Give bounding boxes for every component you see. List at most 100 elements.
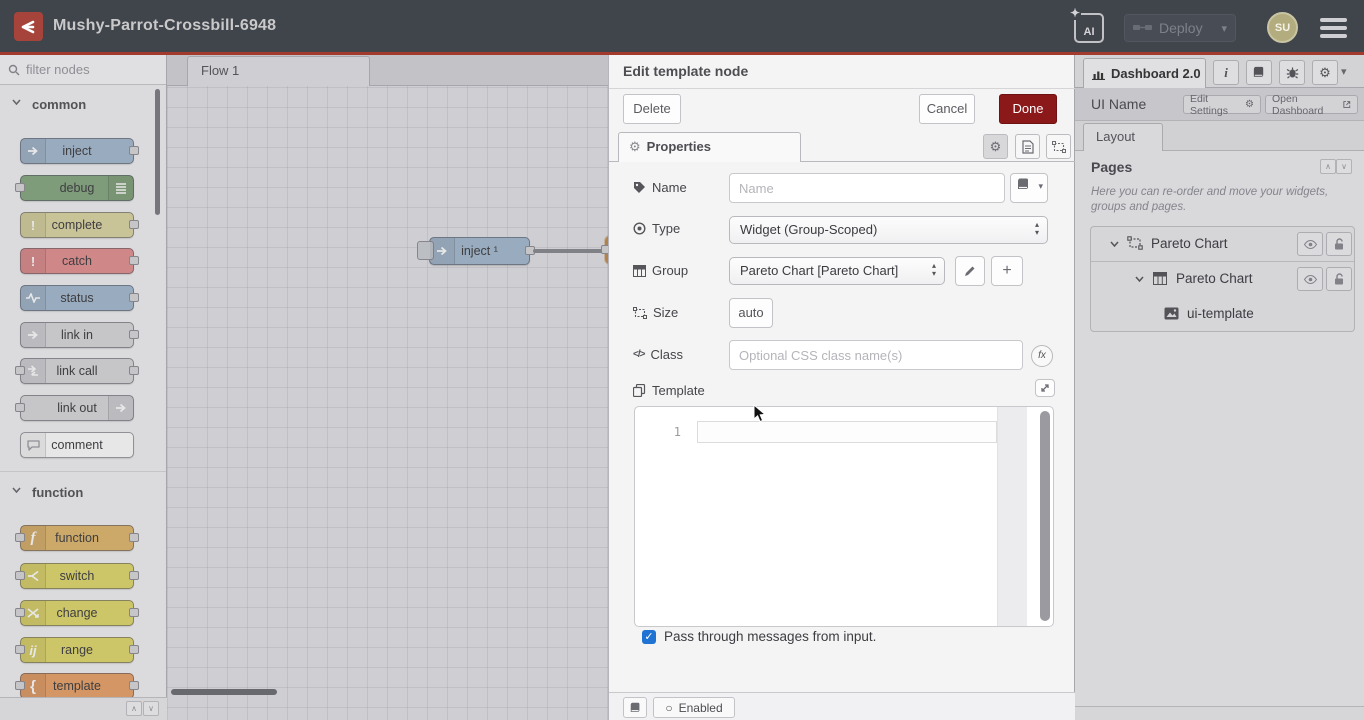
palette-node-range[interactable]: ij range xyxy=(20,637,134,663)
visibility-toggle-button[interactable] xyxy=(1297,232,1323,256)
sidebar-menu-caret-icon[interactable]: ▾ xyxy=(1341,65,1347,78)
output-port xyxy=(129,571,139,580)
description-tab-button[interactable] xyxy=(1015,134,1040,159)
open-dashboard-button[interactable]: Open Dashboard xyxy=(1265,95,1358,114)
palette-node-debug[interactable]: debug xyxy=(20,175,134,201)
palette-node-function[interactable]: f function xyxy=(20,525,134,551)
workspace-title: Mushy-Parrot-Crossbill-6948 xyxy=(53,17,276,35)
palette-filter[interactable] xyxy=(0,55,166,85)
scope-icon xyxy=(633,222,646,235)
tree-row-page-pareto-chart[interactable]: Pareto Chart xyxy=(1091,227,1354,262)
circle-icon: ○ xyxy=(665,701,672,715)
properties-tab-icon-button[interactable]: ⚙ xyxy=(983,134,1008,159)
info-tab-button[interactable]: i xyxy=(1213,60,1239,85)
canvas-horizontal-scrollbar[interactable] xyxy=(171,689,277,695)
editor-active-line xyxy=(697,421,997,443)
search-icon xyxy=(8,64,20,76)
editor-scrollbar[interactable] xyxy=(1040,411,1050,621)
palette-node-change[interactable]: change xyxy=(20,600,134,626)
node-help-button[interactable] xyxy=(623,697,647,718)
tab-properties[interactable]: ⚙Properties xyxy=(618,132,801,162)
deploy-button[interactable]: Deploy ▾ xyxy=(1124,14,1236,42)
link-arrow-icon xyxy=(108,396,133,420)
output-port xyxy=(129,220,139,229)
wire[interactable] xyxy=(533,249,607,253)
palette-node-inject[interactable]: inject xyxy=(20,138,134,164)
ai-assistant-button[interactable]: ✦ AI xyxy=(1074,13,1104,43)
palette-node-link-in[interactable]: link in xyxy=(20,322,134,348)
tree-row-group-pareto-chart[interactable]: Pareto Chart xyxy=(1091,262,1354,297)
pages-collapse-icon[interactable]: ∧ xyxy=(1320,159,1336,174)
edit-group-button[interactable] xyxy=(955,256,985,286)
palette-node-status[interactable]: status xyxy=(20,285,134,311)
label-visibility-button[interactable]: ▾ xyxy=(1010,173,1048,203)
passthrough-option[interactable]: ✓ Pass through messages from input. xyxy=(642,629,876,644)
chevron-down-icon xyxy=(12,99,21,105)
tab-layout[interactable]: Layout xyxy=(1083,123,1163,151)
section-divider xyxy=(0,471,166,472)
class-input[interactable] xyxy=(729,340,1023,370)
chevron-down-icon[interactable] xyxy=(1135,276,1144,282)
expand-editor-button[interactable] xyxy=(1035,379,1055,397)
lock-toggle-button[interactable] xyxy=(1326,267,1352,291)
tray-footer: ○ Enabled xyxy=(609,692,1075,720)
category-common[interactable]: common xyxy=(0,95,166,115)
checkbox-checked-icon[interactable]: ✓ xyxy=(642,630,656,644)
palette-node-link-out[interactable]: link out xyxy=(20,395,134,421)
tab-dashboard-2[interactable]: Dashboard 2.0 xyxy=(1083,58,1206,88)
cancel-button[interactable]: Cancel xyxy=(919,94,975,124)
debug-tab-button[interactable] xyxy=(1279,60,1305,85)
delete-button[interactable]: Delete xyxy=(623,94,681,124)
main-menu-icon[interactable] xyxy=(1320,18,1347,38)
pages-expand-icon[interactable]: ∨ xyxy=(1336,159,1352,174)
palette-node-complete[interactable]: ! complete xyxy=(20,212,134,238)
visibility-toggle-button[interactable] xyxy=(1297,267,1323,291)
filter-nodes-input[interactable] xyxy=(26,62,146,77)
output-port xyxy=(129,608,139,617)
node-palette: common inject debug ! complete ! catch s… xyxy=(0,55,167,720)
done-button[interactable]: Done xyxy=(999,94,1057,124)
palette-node-template[interactable]: { template xyxy=(20,673,134,699)
add-group-button[interactable]: + xyxy=(991,256,1023,286)
tree-row-widget-ui-template[interactable]: ui-template xyxy=(1091,297,1354,332)
sidebar-tab-bar: Dashboard 2.0 i ⚙ ▾ xyxy=(1075,55,1364,88)
eye-icon xyxy=(1304,240,1317,249)
group-select[interactable]: Pareto Chart [Pareto Chart] ▴▾ xyxy=(729,257,945,285)
chevron-down-icon[interactable] xyxy=(1110,241,1119,247)
input-port xyxy=(15,645,25,654)
config-tab-button[interactable]: ⚙ xyxy=(1312,60,1338,85)
user-avatar[interactable]: SU xyxy=(1267,12,1298,43)
palette-node-link-call[interactable]: link call xyxy=(20,358,134,384)
select-stepper-icon: ▴▾ xyxy=(1035,221,1039,237)
edit-settings-button[interactable]: Edit Settings ⚙ xyxy=(1183,95,1261,114)
palette-node-switch[interactable]: switch xyxy=(20,563,134,589)
tab-flow-1[interactable]: Flow 1 xyxy=(187,56,370,86)
deploy-nodes-icon xyxy=(1133,22,1153,34)
name-input[interactable] xyxy=(729,173,1005,203)
canvas-node-inject[interactable]: inject ¹ xyxy=(429,237,530,265)
input-port xyxy=(15,403,25,412)
appearance-tab-button[interactable] xyxy=(1046,134,1071,159)
palette-footer: ∧ ∨ xyxy=(0,697,167,720)
book-icon xyxy=(1252,66,1266,79)
lock-toggle-button[interactable] xyxy=(1326,232,1352,256)
palette-node-catch[interactable]: ! catch xyxy=(20,248,134,274)
bar-chart-icon xyxy=(1092,68,1105,80)
category-function[interactable]: function xyxy=(0,483,166,503)
layout-tab-bar: Layout xyxy=(1075,121,1364,151)
palette-node-comment[interactable]: comment xyxy=(20,432,134,458)
fx-button[interactable]: fx xyxy=(1031,345,1053,367)
node-enabled-toggle[interactable]: ○ Enabled xyxy=(653,697,735,718)
collapse-all-icon[interactable]: ∧ xyxy=(126,701,142,716)
input-port xyxy=(15,571,25,580)
deploy-dropdown-caret-icon[interactable]: ▾ xyxy=(1221,22,1227,35)
template-code-editor[interactable]: 1 xyxy=(634,406,1054,627)
type-select[interactable]: Widget (Group-Scoped) ▴▾ xyxy=(729,216,1048,244)
expand-all-icon[interactable]: ∨ xyxy=(143,701,159,716)
input-port xyxy=(15,183,25,192)
help-tab-button[interactable] xyxy=(1246,60,1272,85)
palette-scrollbar[interactable] xyxy=(155,89,160,215)
flow-canvas[interactable]: Flow 1 inject ¹ </> template xyxy=(167,55,608,720)
bug-icon xyxy=(1286,66,1299,79)
size-auto-button[interactable]: auto xyxy=(729,298,773,328)
